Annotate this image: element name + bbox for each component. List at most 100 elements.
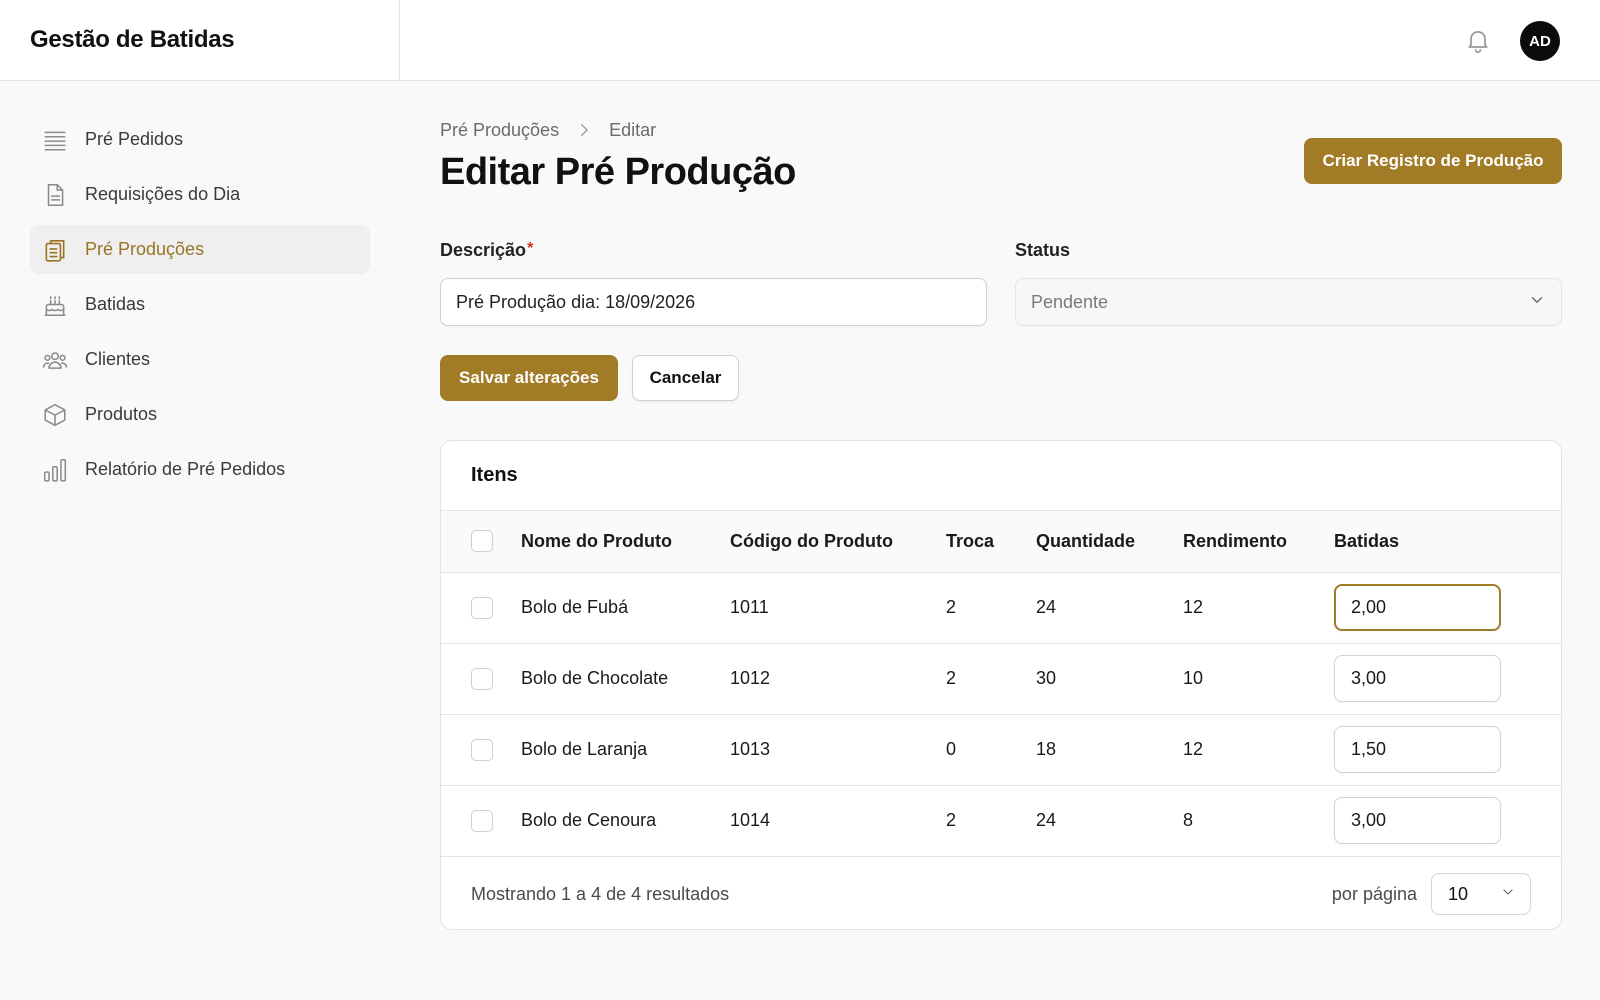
row-select-cell (441, 572, 521, 644)
sidebar-item-label: Clientes (85, 349, 151, 369)
sidebar-item-label: Requisições do Dia (85, 184, 241, 204)
status-field-group: Status Pendente (1015, 240, 1562, 326)
cancel-button[interactable]: Cancelar (632, 355, 739, 401)
troca-value: 2 (946, 572, 1036, 644)
row-checkbox[interactable] (471, 738, 493, 761)
troca-value: 2 (946, 643, 1036, 715)
sidebar-item-batidas[interactable]: Batidas (30, 280, 370, 329)
quantidade-value: 18 (1036, 714, 1183, 786)
table-footer: Mostrando 1 a 4 de 4 resultados por pági… (441, 859, 1561, 929)
sidebar-item-label: Pré Pedidos (85, 129, 184, 149)
cake-icon (42, 292, 68, 318)
app-title: Gestão de Batidas (30, 26, 235, 53)
batidas-cell (1334, 785, 1561, 857)
row-select-cell (441, 714, 521, 786)
quantidade-value: 30 (1036, 643, 1183, 715)
sidebar-item-pre-producoes[interactable]: Pré Produções (30, 225, 370, 274)
per-page-label: por página (1331, 883, 1417, 904)
select-all-checkbox[interactable] (471, 530, 493, 553)
chevron-down-icon (1528, 291, 1546, 314)
row-select-cell (441, 643, 521, 715)
batidas-input[interactable] (1334, 797, 1501, 844)
batidas-cell (1334, 572, 1561, 644)
items-card: Itens Nome do Produto Código do Produto … (440, 440, 1562, 930)
table-row: Bolo de Fubá 1011 2 24 12 (441, 572, 1561, 644)
items-title: Itens (441, 441, 1561, 511)
column-header-codigo[interactable]: Código do Produto (730, 511, 946, 573)
per-page-select[interactable]: 10 (1431, 873, 1531, 915)
breadcrumb-current: Editar (609, 119, 657, 140)
chevron-down-icon (1500, 884, 1516, 905)
description-label-text: Descrição (440, 240, 527, 260)
column-header-quantidade[interactable]: Quantidade (1036, 511, 1183, 573)
batidas-input[interactable] (1334, 584, 1501, 631)
select-all-cell (441, 511, 521, 573)
rendimento-value: 8 (1183, 785, 1334, 857)
per-page-value: 10 (1448, 883, 1469, 904)
product-name: Bolo de Fubá (521, 572, 730, 644)
form-actions: Salvar alterações Cancelar (440, 355, 739, 401)
per-page-control: por página 10 (1332, 873, 1531, 915)
sidebar-item-produtos[interactable]: Produtos (30, 390, 370, 439)
main-content: Pré Produções Editar Editar Pré Produção… (440, 115, 1562, 930)
status-label: Status (1015, 240, 1071, 260)
status-select[interactable]: Pendente (1015, 278, 1562, 326)
product-name: Bolo de Laranja (521, 714, 730, 786)
batidas-cell (1334, 714, 1561, 786)
quantidade-value: 24 (1036, 785, 1183, 857)
table-row: Bolo de Cenoura 1014 2 24 8 (441, 785, 1561, 857)
sidebar-item-pre-pedidos[interactable]: Pré Pedidos (30, 115, 370, 164)
brand-area: Gestão de Batidas (0, 0, 400, 80)
breadcrumb-link-pre-producoes[interactable]: Pré Produções (440, 120, 559, 141)
sidebar-item-clientes[interactable]: Clientes (30, 335, 370, 384)
rendimento-value: 10 (1183, 643, 1334, 715)
bell-icon[interactable] (1464, 26, 1492, 54)
rendimento-value: 12 (1183, 572, 1334, 644)
product-code: 1013 (730, 714, 946, 786)
sidebar-item-requisicoes[interactable]: Requisições do Dia (30, 170, 370, 219)
column-header-nome[interactable]: Nome do Produto (521, 511, 730, 573)
sidebar: Pré Pedidos Requisições do Dia Pré Produ… (30, 115, 370, 500)
sidebar-item-label: Relatório de Pré Pedidos (85, 459, 286, 479)
avatar[interactable]: AD (1520, 21, 1560, 61)
sidebar-item-label: Produtos (85, 404, 158, 424)
list-icon (42, 127, 68, 153)
row-checkbox[interactable] (471, 809, 493, 832)
batidas-input[interactable] (1334, 655, 1501, 702)
save-changes-button[interactable]: Salvar alterações (440, 355, 618, 401)
quantidade-value: 24 (1036, 572, 1183, 644)
column-header-troca[interactable]: Troca (946, 511, 1036, 573)
table-header-row: Nome do Produto Código do Produto Troca … (441, 511, 1561, 573)
row-checkbox[interactable] (471, 596, 493, 619)
product-code: 1011 (730, 572, 946, 644)
column-header-batidas[interactable]: Batidas (1334, 511, 1561, 573)
status-value: Pendente (1031, 291, 1109, 312)
rendimento-value: 12 (1183, 714, 1334, 786)
top-bar: Gestão de Batidas AD (0, 0, 1600, 81)
required-mark: * (527, 240, 534, 257)
batidas-cell (1334, 643, 1561, 715)
document-icon (42, 182, 68, 208)
chevron-right-icon (575, 121, 593, 139)
troca-value: 2 (946, 785, 1036, 857)
troca-value: 0 (946, 714, 1036, 786)
sidebar-item-relatorio[interactable]: Relatório de Pré Pedidos (30, 445, 370, 494)
product-name: Bolo de Cenoura (521, 785, 730, 857)
product-code: 1014 (730, 785, 946, 857)
column-header-rendimento[interactable]: Rendimento (1183, 511, 1334, 573)
sidebar-item-label: Batidas (85, 294, 146, 314)
items-table: Nome do Produto Código do Produto Troca … (441, 511, 1561, 857)
results-summary: Mostrando 1 a 4 de 4 resultados (471, 883, 730, 904)
description-input[interactable] (440, 278, 987, 326)
cube-icon (42, 402, 68, 428)
bar-chart-icon (42, 457, 68, 483)
batidas-input[interactable] (1334, 726, 1501, 773)
users-icon (42, 347, 68, 373)
table-row: Bolo de Laranja 1013 0 18 12 (441, 714, 1561, 786)
edit-form: Descrição* Status Pendente (440, 240, 1562, 326)
product-name: Bolo de Chocolate (521, 643, 730, 715)
row-checkbox[interactable] (471, 667, 493, 690)
create-production-record-button[interactable]: Criar Registro de Produção (1304, 138, 1562, 184)
description-label: Descrição* (440, 240, 987, 266)
description-field-group: Descrição* (440, 240, 987, 326)
